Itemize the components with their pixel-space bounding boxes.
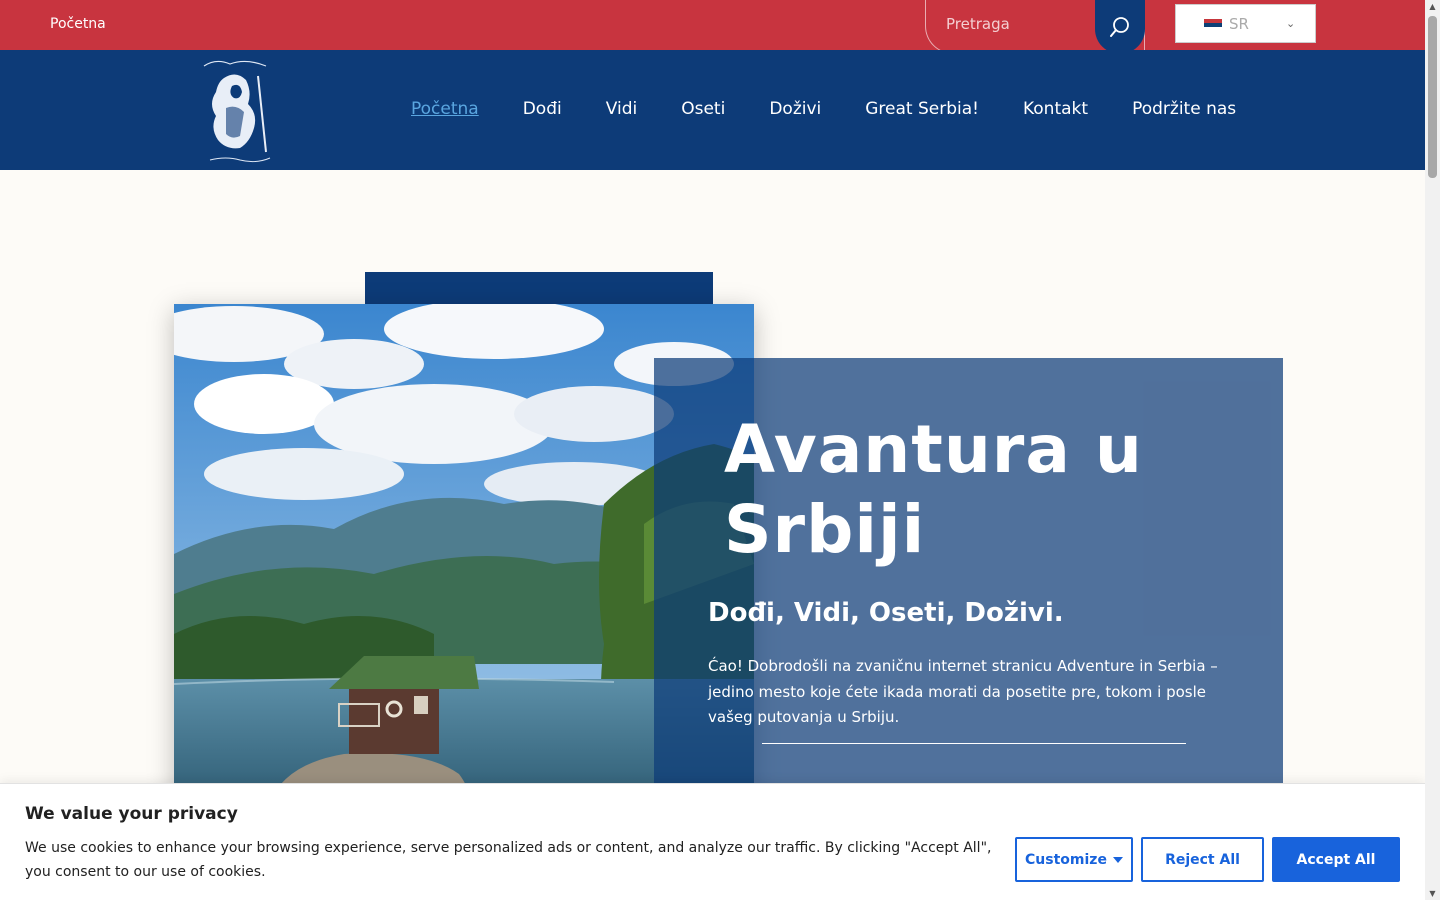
nav-item-dodji[interactable]: Dođi [523,99,562,119]
search-button[interactable] [1095,0,1145,54]
hero-intro-text: Ćao! Dobrodošli na zvaničnu internet str… [708,657,1218,726]
hero-title-line-2: Srbiji [724,491,926,568]
nav-item-oseti[interactable]: Oseti [681,99,725,119]
scroll-up-arrow-icon[interactable]: ▲ [1425,2,1440,11]
search-icon [1110,17,1129,37]
hero-title: Avantura u Srbiji [724,410,1264,570]
main-nav: Početna Dođi Vidi Oseti Doživi Great Ser… [411,99,1236,119]
hero-subtitle: Dođi, Vidi, Oseti, Doživi. [708,598,1064,628]
cookie-text: We use cookies to enhance your browsing … [25,840,992,880]
scroll-thumb[interactable] [1428,16,1437,178]
serbia-flag-icon [1204,19,1222,31]
reject-all-button[interactable]: Reject All [1141,837,1264,882]
nav-item-dozivi[interactable]: Doživi [769,99,821,119]
hero-divider [762,743,1186,744]
top-home-link[interactable]: Početna [50,16,106,32]
nav-item-podrzite-nas[interactable]: Podržite nas [1132,99,1236,119]
nav-item-kontakt[interactable]: Kontakt [1023,99,1088,119]
page-scrollbar[interactable]: ▲ ▼ [1425,0,1440,900]
customize-label: Customize [1025,851,1107,868]
accept-all-button[interactable]: Accept All [1272,837,1400,882]
language-select[interactable]: SR ⌄ [1175,4,1316,43]
top-bar: Početna Pretraga SR ⌄ [0,0,1425,54]
hero-title-line-1: Avantura u [724,411,1143,488]
caret-down-icon [1112,856,1123,863]
cookie-banner: We value your privacy We use cookies to … [0,783,1425,900]
nav-item-vidi[interactable]: Vidi [606,99,638,119]
customize-button[interactable]: Customize [1015,837,1133,882]
search-placeholder: Pretraga [946,15,1010,33]
chevron-down-icon: ⌄ [1286,17,1296,30]
scroll-down-arrow-icon[interactable]: ▼ [1425,889,1440,898]
language-code: SR [1229,15,1249,33]
cookie-title: We value your privacy [25,804,238,824]
nav-item-great-serbia[interactable]: Great Serbia! [865,99,979,119]
main-navbar: Početna Dođi Vidi Oseti Doživi Great Ser… [0,50,1425,170]
site-logo[interactable] [196,56,282,168]
nav-item-pocetna[interactable]: Početna [411,99,479,119]
